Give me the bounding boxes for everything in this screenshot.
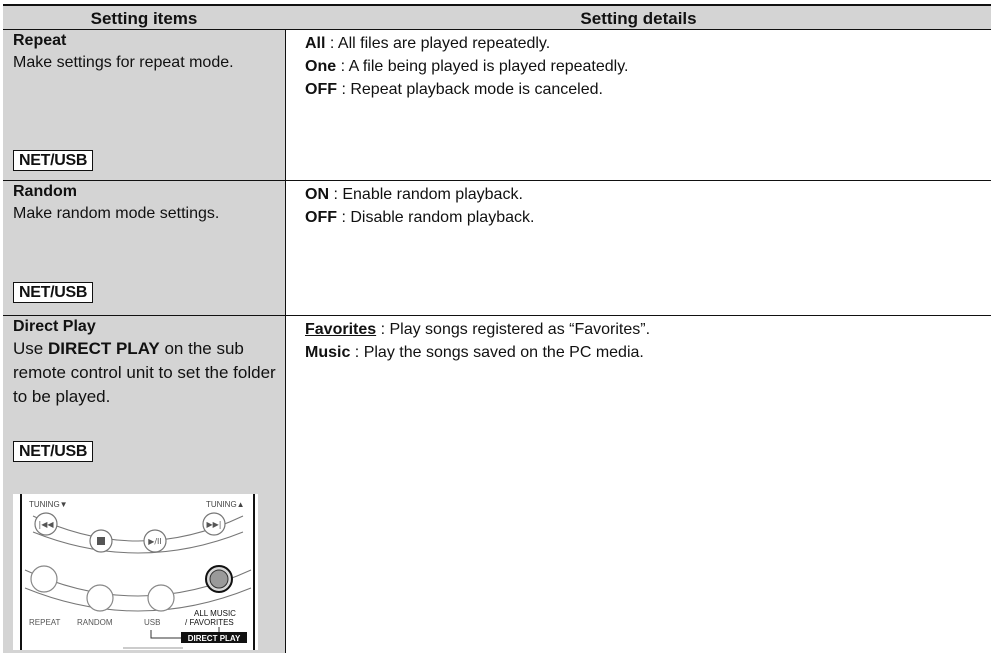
table-row-direct-play: Direct Play Use DIRECT PLAY on the sub r… [3, 316, 991, 653]
setting-name: Direct Play [13, 318, 96, 335]
detail-line: All : All files are played repeatedly. [305, 35, 551, 52]
repeat-label: REPEAT [29, 618, 61, 627]
setting-name: Repeat [13, 32, 67, 49]
table-header: Setting items Setting details [3, 4, 991, 30]
setting-description: Use DIRECT PLAY on the sub remote contro… [13, 339, 276, 406]
detail-line: OFF : Repeat playback mode is canceled. [305, 81, 603, 98]
detail-line: One : A file being played is played repe… [305, 58, 629, 75]
svg-text:▶▶|: ▶▶| [207, 520, 222, 529]
net-usb-badge: NET/USB [13, 282, 94, 303]
detail-line: Music : Play the songs saved on the PC m… [305, 344, 644, 361]
random-label: RANDOM [77, 618, 113, 627]
usb-button-icon [147, 584, 175, 612]
usb-label: USB [144, 618, 160, 627]
settings-table: Setting items Setting details Repeat Mak… [3, 4, 991, 653]
all-music-label: ALL MUSIC [194, 609, 236, 618]
setting-name: Random [13, 183, 77, 200]
direct-play-label: DIRECT PLAY [188, 634, 241, 643]
detail-line: ON : Enable random playback. [305, 186, 523, 203]
table-row-random: Random Make random mode settings. NET/US… [3, 181, 991, 316]
tuning-up-label: TUNING▲ [206, 500, 245, 509]
detail-line: OFF : Disable random playback. [305, 209, 535, 226]
setting-description: Make random mode settings. [13, 205, 220, 222]
favorites-label: / FAVORITES [185, 618, 234, 627]
table-row-repeat: Repeat Make settings for repeat mode. NE… [3, 30, 991, 181]
remote-control-image: TUNING▼ TUNING▲ |◀◀ ▶/II ▶▶| REPEAT RAND… [20, 494, 255, 650]
remote-control-illustration: TUNING▼ TUNING▲ |◀◀ ▶/II ▶▶| REPEAT RAND… [13, 494, 258, 650]
net-usb-badge: NET/USB [13, 441, 94, 462]
tuning-down-label: TUNING▼ [29, 500, 68, 509]
svg-text:|◀◀: |◀◀ [39, 520, 55, 529]
header-setting-items: Setting items [90, 9, 198, 28]
direct-play-key: DIRECT PLAY [47, 339, 160, 358]
setting-description: Make settings for repeat mode. [13, 54, 234, 71]
detail-line: Favorites : Play songs registered as “Fa… [305, 321, 651, 338]
setting-details-cell [285, 316, 991, 653]
header-setting-details: Setting details [580, 9, 697, 28]
random-button-icon [86, 584, 114, 612]
svg-text:▶/II: ▶/II [148, 537, 162, 546]
repeat-button-icon [30, 565, 58, 593]
net-usb-badge: NET/USB [13, 150, 94, 171]
